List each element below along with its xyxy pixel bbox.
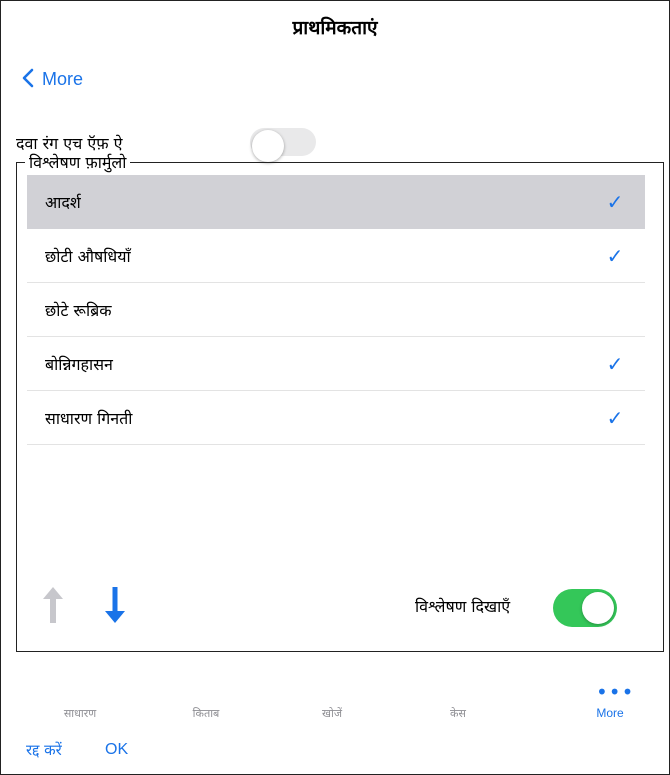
list-item-label: साधारण गिनती [45,408,133,428]
formula-list: आदर्श ✓ छोटी औषधियाँ ✓ छोटे रूब्रिक बोन्… [27,175,645,445]
page-title: प्राथमिकताएं [292,17,378,39]
tab-search[interactable]: खोजें [292,706,372,721]
formula-group: विश्लेषण फ़ार्मुलो आदर्श ✓ छोटी औषधियाँ … [16,151,664,652]
back-button[interactable]: More [22,68,83,90]
toggle-knob [582,592,614,624]
ellipsis-icon[interactable]: ••• [596,680,634,704]
list-item[interactable]: छोटे रूब्रिक [27,283,645,337]
toggle-knob [252,130,284,162]
checkmark-icon: ✓ [606,351,624,376]
list-item[interactable]: बोन्निगहासन ✓ [27,337,645,391]
back-label: More [42,69,84,89]
list-item-label: छोटी औषधियाँ [45,246,131,266]
show-analysis-toggle[interactable] [553,589,617,627]
checkmark-icon: ✓ [606,405,624,430]
move-up-arrow-icon[interactable] [41,585,65,625]
list-item[interactable]: साधारण गिनती ✓ [27,391,645,445]
drug-color-toggle[interactable] [250,128,316,162]
list-item-label: छोटे रूब्रिक [45,300,112,320]
chevron-left-icon [22,68,34,88]
list-item-label: आदर्श [45,192,81,212]
tab-case[interactable]: केस [418,706,498,721]
tab-book[interactable]: किताब [166,706,246,721]
ok-button[interactable]: OK [105,741,128,759]
tab-general[interactable]: साधारण [40,706,120,721]
cancel-button[interactable]: रद्द करें [26,740,62,760]
list-item[interactable]: छोटी औषधियाँ ✓ [27,229,645,283]
checkmark-icon: ✓ [606,189,624,214]
list-item-label: बोन्निगहासन [45,354,113,374]
show-analysis-label: विश्लेषण दिखाएँ [415,597,511,616]
formula-group-legend: विश्लेषण फ़ार्मुलो [25,151,131,173]
checkmark-icon: ✓ [606,243,624,268]
tab-more[interactable]: More [570,706,650,720]
move-down-arrow-icon[interactable] [103,585,127,625]
list-item[interactable]: आदर्श ✓ [27,175,645,229]
